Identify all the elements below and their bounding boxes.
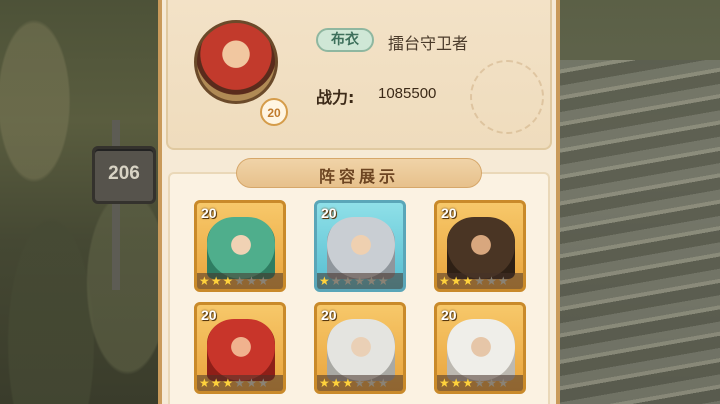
- empty-star-icon: ★: [474, 274, 487, 288]
- filled-star-icon: ★: [222, 376, 235, 390]
- empty-star-icon: ★: [377, 274, 390, 288]
- player-avatar[interactable]: [194, 20, 278, 104]
- filled-star-icon: ★: [222, 274, 235, 288]
- empty-star-icon: ★: [486, 274, 498, 288]
- hero-card[interactable]: 20 ★★★★★★: [314, 302, 406, 394]
- lineup-title: 阵容展示: [318, 167, 399, 186]
- hero-level: 20: [441, 205, 457, 221]
- hero-star-rating: ★★★★★★: [317, 375, 403, 391]
- empty-star-icon: ★: [354, 274, 367, 288]
- filled-star-icon: ★: [210, 274, 223, 288]
- hero-level: 20: [321, 205, 337, 221]
- stage-number-sign: 206: [92, 146, 156, 204]
- empty-star-icon: ★: [234, 376, 247, 390]
- hero-portrait: [207, 217, 275, 279]
- empty-star-icon: ★: [377, 376, 390, 390]
- empty-star-icon: ★: [366, 274, 378, 288]
- filled-star-icon: ★: [462, 274, 475, 288]
- rank-badge: 布衣: [316, 28, 374, 52]
- filled-star-icon: ★: [330, 376, 343, 390]
- filled-star-icon: ★: [210, 376, 223, 390]
- hero-star-rating: ★★★★★★: [437, 375, 523, 391]
- empty-star-icon: ★: [354, 376, 367, 390]
- hero-level: 20: [201, 205, 217, 221]
- filled-star-icon: ★: [199, 376, 211, 390]
- empty-star-icon: ★: [257, 376, 270, 390]
- stage-number: 206: [108, 163, 140, 184]
- empty-star-icon: ★: [366, 376, 378, 390]
- dragon-emblem-decoration: [470, 60, 544, 134]
- hero-star-rating: ★★★★★★: [197, 273, 283, 289]
- hero-level: 20: [201, 307, 217, 323]
- hero-star-rating: ★★★★★★: [197, 375, 283, 391]
- hero-star-rating: ★★★★★★: [437, 273, 523, 289]
- hero-portrait: [447, 217, 515, 279]
- empty-star-icon: ★: [246, 376, 258, 390]
- empty-star-icon: ★: [234, 274, 247, 288]
- filled-star-icon: ★: [450, 274, 463, 288]
- power-value: 1085500: [378, 85, 437, 102]
- empty-star-icon: ★: [342, 274, 355, 288]
- hero-portrait: [447, 319, 515, 381]
- empty-star-icon: ★: [257, 274, 270, 288]
- hero-star-rating: ★★★★★★: [317, 273, 403, 289]
- hero-level: 20: [321, 307, 337, 323]
- empty-star-icon: ★: [497, 274, 510, 288]
- power-label: 战力:: [316, 88, 355, 107]
- empty-star-icon: ★: [330, 274, 343, 288]
- empty-star-icon: ★: [486, 376, 498, 390]
- hero-portrait: [327, 217, 395, 279]
- empty-star-icon: ★: [246, 274, 258, 288]
- filled-star-icon: ★: [439, 376, 451, 390]
- hero-card[interactable]: 20 ★★★★★★: [194, 200, 286, 292]
- empty-star-icon: ★: [497, 376, 510, 390]
- hero-level: 20: [441, 307, 457, 323]
- filled-star-icon: ★: [439, 274, 451, 288]
- stone-stairs: [556, 60, 720, 404]
- hero-portrait: [207, 319, 275, 381]
- hero-card[interactable]: 20 ★★★★★★: [434, 200, 526, 292]
- filled-star-icon: ★: [450, 376, 463, 390]
- filled-star-icon: ★: [462, 376, 475, 390]
- filled-star-icon: ★: [342, 376, 355, 390]
- player-name: 擂台守卫者: [388, 34, 469, 53]
- filled-star-icon: ★: [319, 274, 331, 288]
- filled-star-icon: ★: [199, 274, 211, 288]
- filled-star-icon: ★: [319, 376, 331, 390]
- avatar-level-badge: 20: [260, 98, 288, 126]
- empty-star-icon: ★: [474, 376, 487, 390]
- hero-card[interactable]: 20 ★★★★★★: [194, 302, 286, 394]
- hero-card[interactable]: 20 ★★★★★★: [434, 302, 526, 394]
- hero-portrait: [327, 319, 395, 381]
- hero-card[interactable]: 20 ★★★★★★: [314, 200, 406, 292]
